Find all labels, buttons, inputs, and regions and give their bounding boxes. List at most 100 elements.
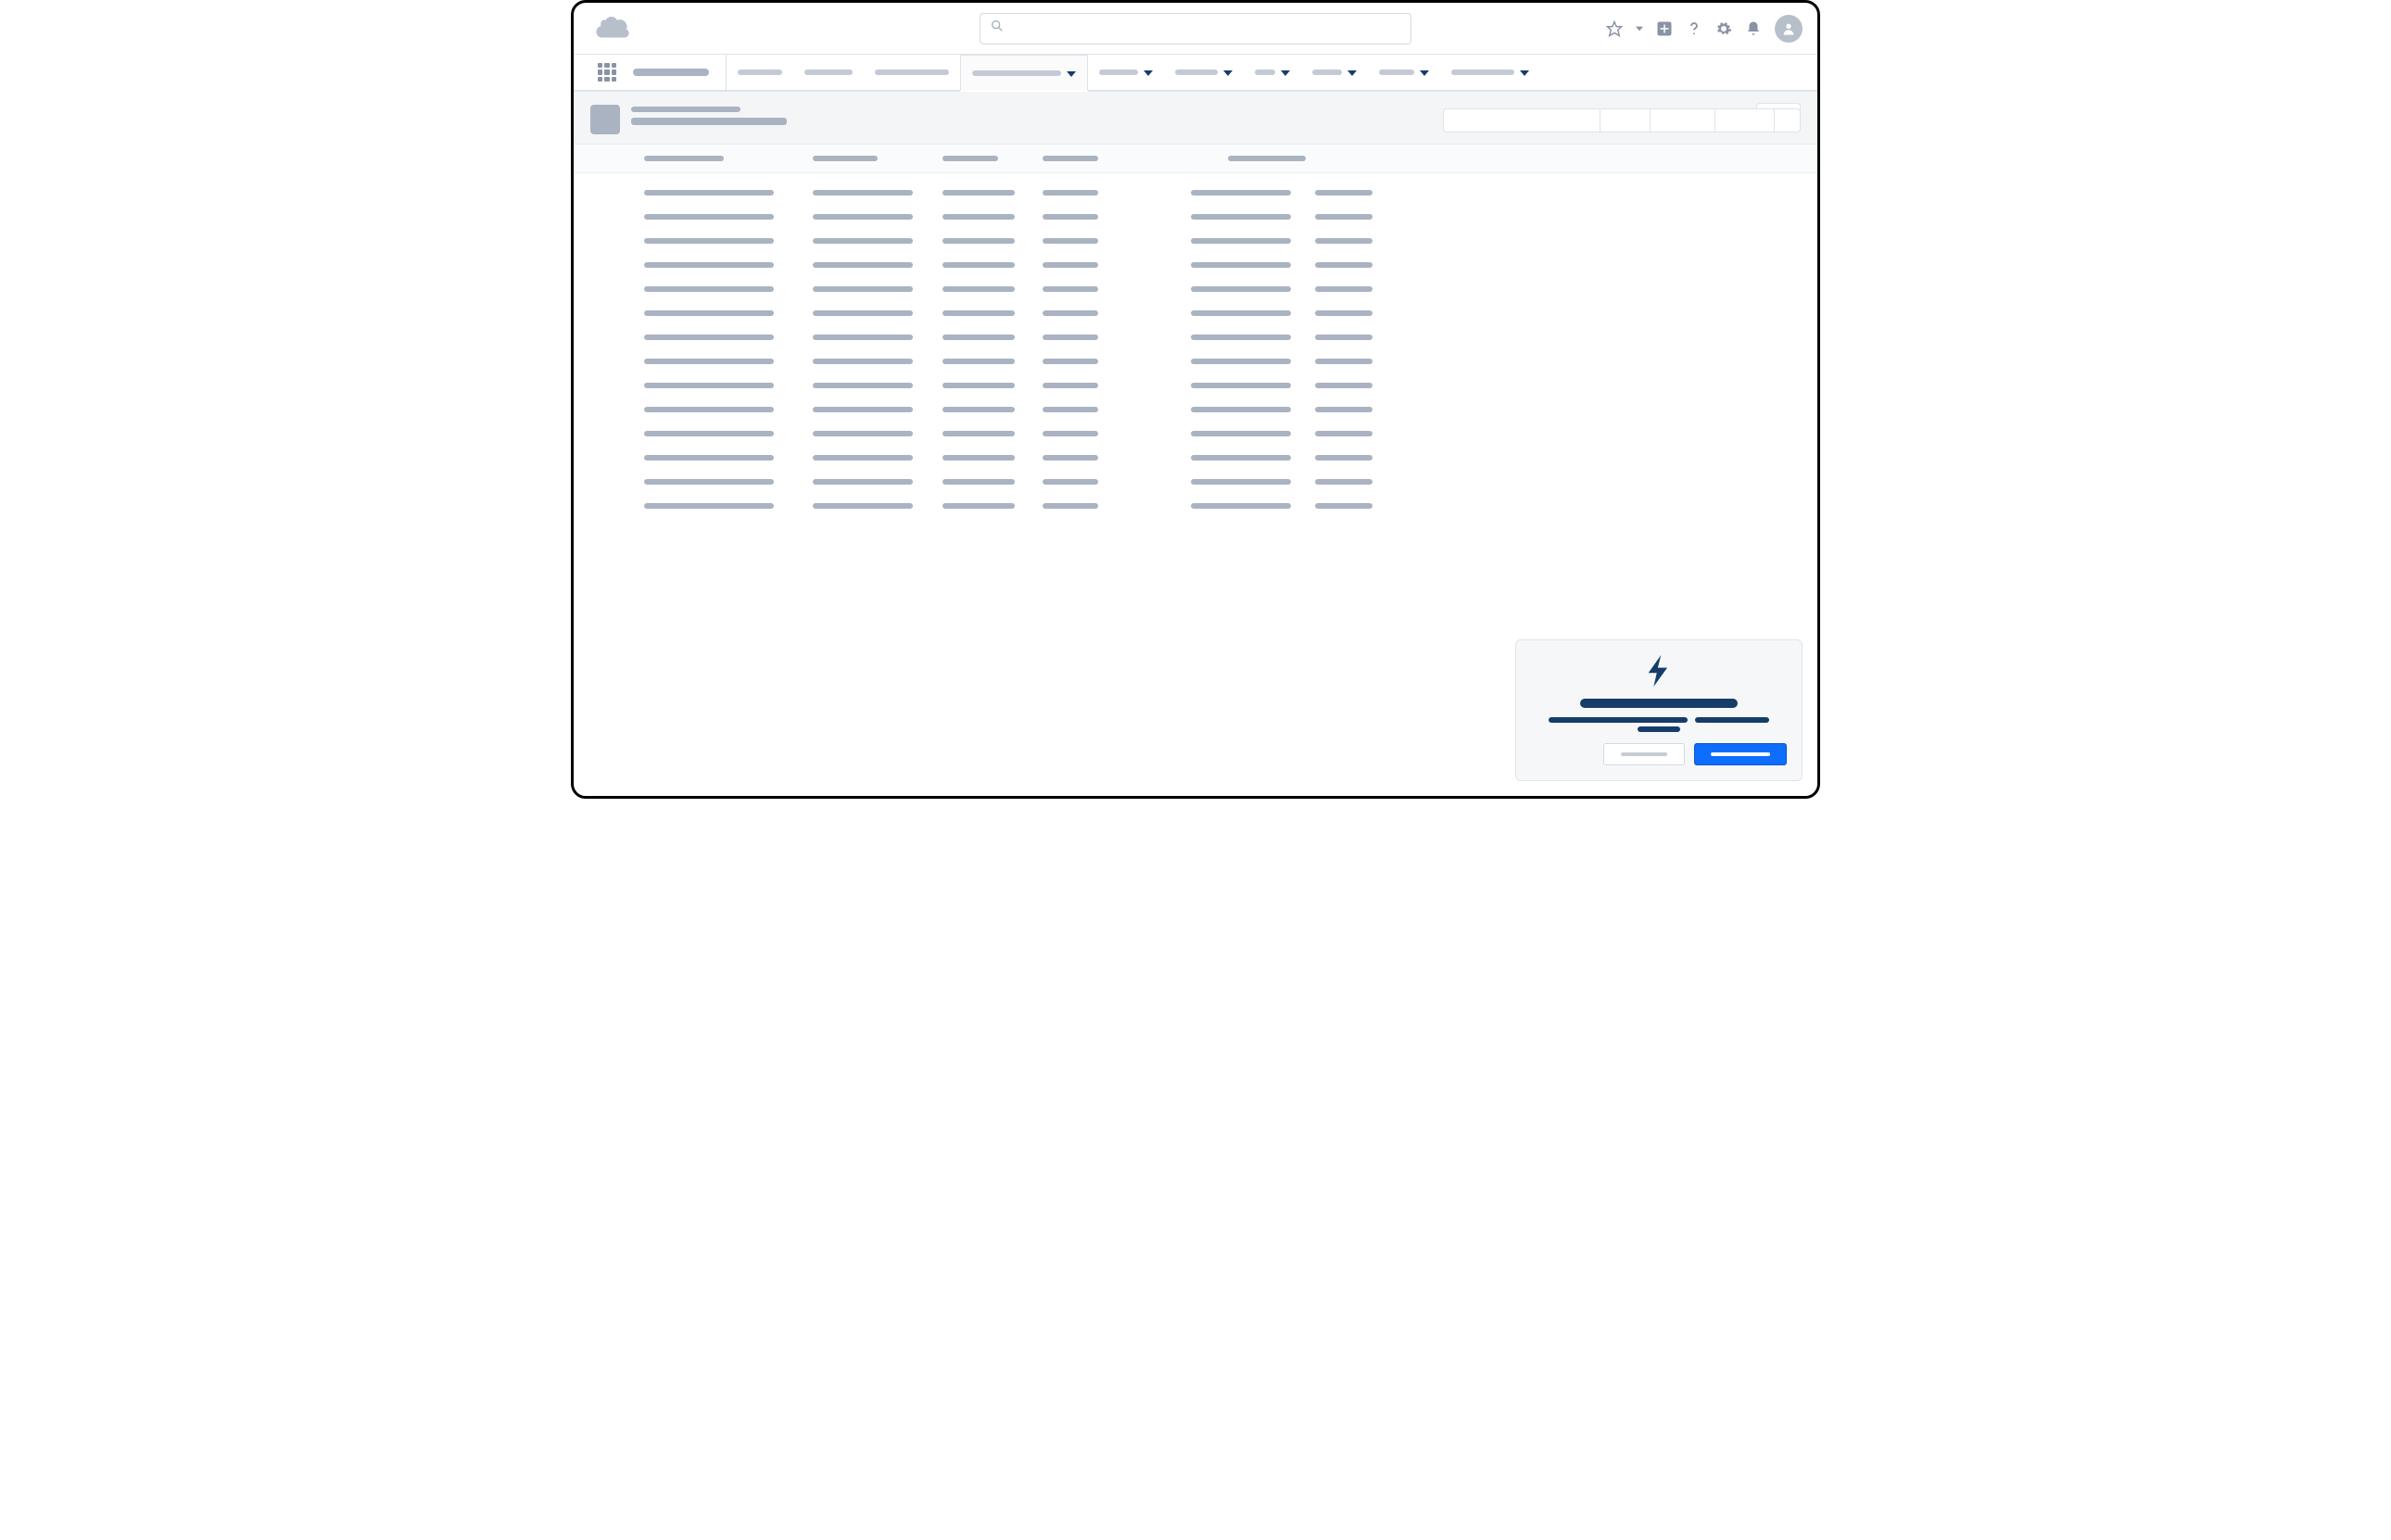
- cell-placeholder: [1191, 286, 1291, 292]
- nav-tab[interactable]: [1088, 55, 1164, 90]
- nav-tab[interactable]: [1164, 55, 1244, 90]
- nav-tab[interactable]: [864, 55, 960, 90]
- nav-tab[interactable]: [727, 55, 793, 90]
- cell-placeholder: [942, 335, 1015, 340]
- nav-tab-label: [1379, 69, 1414, 75]
- cell-placeholder: [813, 190, 913, 196]
- nav-tab[interactable]: [1368, 55, 1440, 90]
- nav-tab-label: [1255, 69, 1275, 75]
- header-action-group: [1443, 108, 1801, 133]
- salesforce-logo: [594, 13, 631, 44]
- cell-placeholder: [644, 503, 774, 509]
- cell-placeholder: [942, 190, 1015, 196]
- favorites-button[interactable]: [1606, 20, 1623, 37]
- cell-placeholder: [942, 238, 1015, 244]
- nav-tab[interactable]: [960, 55, 1088, 92]
- header-action-segment[interactable]: [1443, 108, 1600, 133]
- cell-placeholder: [1315, 431, 1373, 436]
- popup-title: [1580, 699, 1738, 708]
- cell-placeholder: [813, 335, 913, 340]
- nav-tab[interactable]: [1244, 55, 1301, 90]
- cell-placeholder: [644, 407, 774, 412]
- cell-placeholder: [1315, 359, 1373, 364]
- data-column: [813, 190, 913, 509]
- help-button[interactable]: [1686, 20, 1702, 37]
- cell-placeholder: [813, 262, 913, 268]
- cell-placeholder: [1043, 214, 1098, 220]
- column-header[interactable]: [942, 156, 998, 161]
- cell-placeholder: [942, 479, 1015, 485]
- cell-placeholder: [1043, 238, 1098, 244]
- app-launcher-button[interactable]: [588, 55, 626, 90]
- cell-placeholder: [1315, 214, 1373, 220]
- global-search-input[interactable]: [980, 13, 1411, 44]
- cell-placeholder: [942, 310, 1015, 316]
- chevron-down-icon: [1281, 64, 1290, 81]
- cell-placeholder: [1315, 479, 1373, 485]
- cell-placeholder: [1043, 190, 1098, 196]
- nav-tab-label: [875, 69, 949, 75]
- header-action-segment[interactable]: [1600, 108, 1651, 133]
- popup-secondary-button[interactable]: [1603, 743, 1685, 765]
- global-search-container: [980, 13, 1411, 44]
- cell-placeholder: [1043, 407, 1098, 412]
- header-action-segment[interactable]: [1651, 108, 1715, 133]
- app-nav-bar: [574, 55, 1817, 92]
- cell-placeholder: [644, 431, 774, 436]
- waffle-icon: [598, 63, 616, 82]
- global-actions: [1606, 15, 1803, 43]
- header-action-segment[interactable]: [1775, 108, 1801, 133]
- cell-placeholder: [942, 431, 1015, 436]
- chevron-down-icon: [1420, 64, 1429, 81]
- cell-placeholder: [1315, 335, 1373, 340]
- record-subtitle: [631, 107, 740, 112]
- column-header[interactable]: [644, 156, 724, 161]
- record-type-icon: [590, 105, 620, 134]
- record-header: [574, 92, 1817, 145]
- user-avatar[interactable]: [1775, 15, 1803, 43]
- popup-primary-button[interactable]: [1694, 743, 1787, 765]
- cell-placeholder: [1315, 262, 1373, 268]
- cell-placeholder: [644, 214, 774, 220]
- nav-tab[interactable]: [793, 55, 864, 90]
- nav-tab[interactable]: [1301, 55, 1368, 90]
- cell-placeholder: [942, 214, 1015, 220]
- data-column: [1191, 190, 1291, 509]
- cell-placeholder: [1043, 262, 1098, 268]
- cell-placeholder: [813, 214, 913, 220]
- data-column: [644, 190, 774, 509]
- cell-placeholder: [813, 310, 913, 316]
- cell-placeholder: [813, 286, 913, 292]
- cell-placeholder: [1043, 335, 1098, 340]
- chevron-down-icon: [1144, 64, 1153, 81]
- cell-placeholder: [644, 310, 774, 316]
- cell-placeholder: [644, 455, 774, 461]
- cell-placeholder: [1315, 455, 1373, 461]
- nav-tab-label: [972, 70, 1061, 76]
- cell-placeholder: [1043, 503, 1098, 509]
- chevron-down-icon: [1347, 64, 1357, 81]
- setup-button[interactable]: [1715, 20, 1732, 37]
- notifications-button[interactable]: [1745, 20, 1762, 37]
- cell-placeholder: [644, 359, 774, 364]
- cell-placeholder: [1315, 310, 1373, 316]
- cell-placeholder: [813, 431, 913, 436]
- cell-placeholder: [942, 359, 1015, 364]
- cell-placeholder: [942, 503, 1015, 509]
- column-header[interactable]: [1228, 156, 1306, 161]
- cell-placeholder: [1043, 383, 1098, 388]
- column-header[interactable]: [1043, 156, 1098, 161]
- cell-placeholder: [1043, 359, 1098, 364]
- nav-tab[interactable]: [1440, 55, 1540, 90]
- cell-placeholder: [1315, 383, 1373, 388]
- global-add-button[interactable]: [1656, 20, 1673, 37]
- cell-placeholder: [813, 479, 913, 485]
- cell-placeholder: [1191, 503, 1291, 509]
- lightning-bolt-icon: [1531, 655, 1787, 699]
- cell-placeholder: [813, 407, 913, 412]
- header-action-segment[interactable]: [1715, 108, 1775, 133]
- column-header[interactable]: [813, 156, 878, 161]
- app-frame: [571, 0, 1820, 799]
- popup-body: [1531, 717, 1787, 732]
- cell-placeholder: [644, 335, 774, 340]
